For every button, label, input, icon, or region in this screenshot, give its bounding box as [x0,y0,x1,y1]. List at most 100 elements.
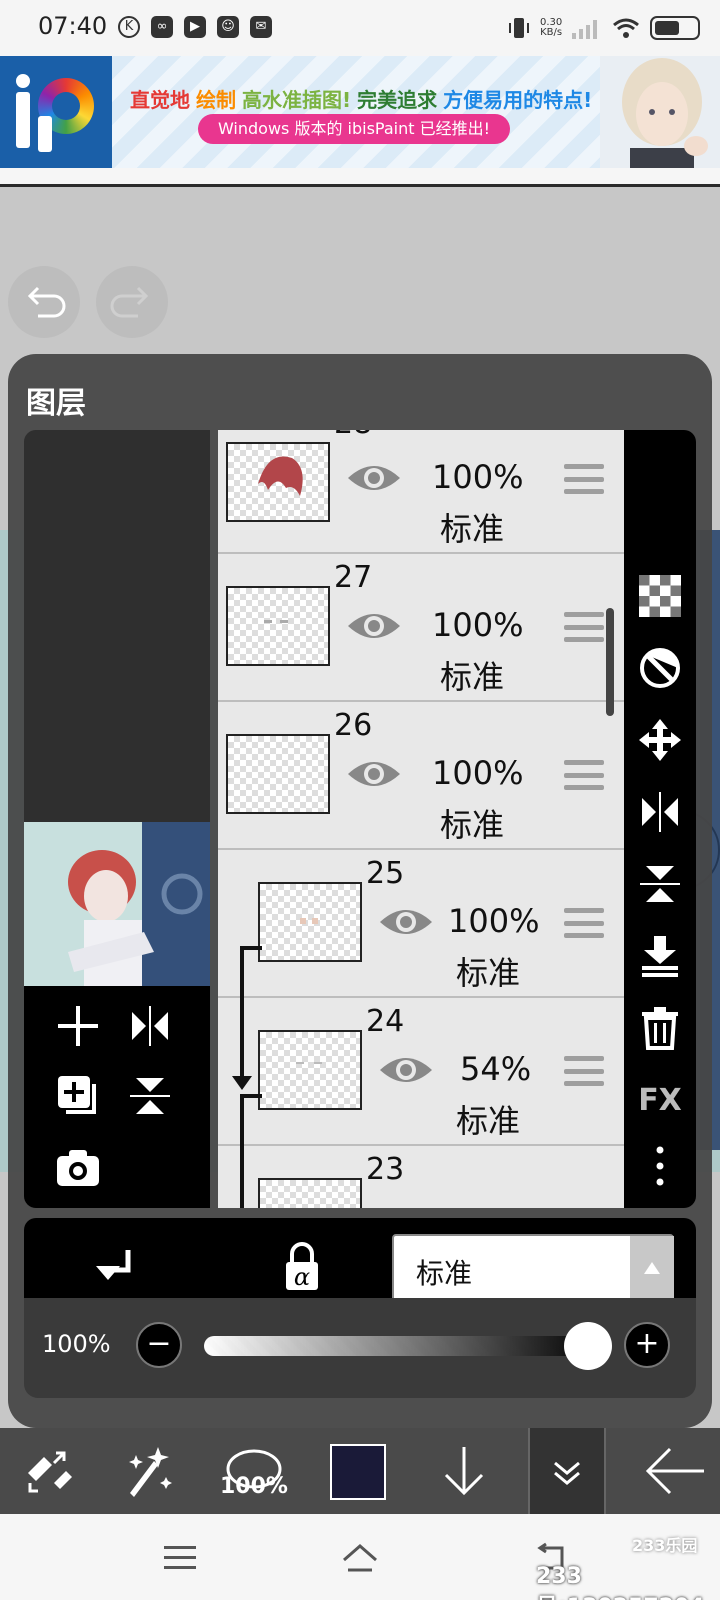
drag-handle-icon[interactable] [564,908,604,938]
layer-opacity: 54% [460,1050,532,1088]
add-layer-button[interactable] [50,998,106,1054]
flip-vertical-button[interactable] [624,852,696,916]
opacity-value: 100% [42,1330,111,1358]
eye-icon[interactable] [346,458,402,498]
merge-down-button[interactable] [624,924,696,988]
eye-icon[interactable] [346,606,402,646]
redo-button[interactable] [96,266,168,338]
brush-size-button[interactable] [206,1428,302,1514]
clip-arrow-icon [232,1076,252,1090]
layer-tools [24,986,210,1208]
layer-list[interactable]: 28 100% 标准 27 100% 标准 [218,430,624,1208]
opacity-slider-knob[interactable] [564,1322,612,1370]
flip-vertical-icon [130,1078,170,1114]
undo-icon [27,286,66,318]
layer-number: 27 [334,560,373,595]
home-nav-button[interactable] [336,1534,384,1582]
battery-icon [650,16,701,40]
layer-row[interactable]: 23 [218,1146,624,1208]
flip-vertical-icon [640,866,680,902]
layer-row[interactable]: 28 100% 标准 [218,430,624,554]
layer-thumbnail [226,734,330,814]
flip-horizontal-icon [642,792,678,832]
clear-layer-button[interactable] [624,636,696,700]
status-system-icons: 0.30 KB/s [508,16,701,40]
merge-down-icon [642,936,678,977]
opacity-bar: 100% − + [24,1298,696,1398]
layer-panel-button[interactable] [528,1428,606,1514]
clip-connector [240,946,262,950]
opacity-slider[interactable] [204,1336,598,1356]
ad-headline-part: 直觉地 [130,88,190,112]
flip-vertical-layer-button[interactable] [122,1068,178,1124]
alpha-lock-button[interactable]: α [282,1242,322,1298]
wifi-icon [613,18,640,38]
layer-row[interactable]: 27 100% 标准 [218,554,624,702]
eye-icon[interactable] [378,1050,434,1090]
opacity-increase-button[interactable]: + [624,1322,670,1368]
watermark-text: 233号:130257204 [536,1564,705,1600]
layer-thumbnail [258,882,362,962]
layer-list-scrollbar[interactable] [606,608,614,716]
blend-mode-dropdown-button[interactable] [630,1236,674,1300]
layer-row[interactable]: 26 100% 标准 [218,702,624,850]
blend-mode-select[interactable]: 标准 [392,1234,674,1302]
arrow-down-icon [444,1447,484,1496]
layer-blend-mode: 标准 [440,510,505,548]
drag-handle-icon[interactable] [564,1056,604,1086]
ad-headline: 直觉地 绘制 高水准插图! 完美追求 方便易用的特点! [130,84,598,113]
layer-preview-column [24,430,210,1208]
net-speed: 0.30 KB/s [540,17,563,38]
layer-blend-mode: 标准 [440,658,505,696]
brush-size-value: 100% [220,1474,288,1499]
smile-app-icon: ☺ [217,16,239,38]
ad-headline-part: 高水准插图! [242,88,352,112]
ad-subline: Windows 版本的 ibisPaint 已经推出! [198,114,510,144]
opacity-decrease-button[interactable]: − [136,1322,182,1368]
vibrate-icon [509,18,529,38]
more-options-button[interactable] [624,1134,696,1198]
undo-button[interactable] [8,266,80,338]
delete-layer-button[interactable] [624,996,696,1060]
layer-opacity: 100% [432,458,524,496]
ad-portrait-image [600,56,720,168]
layer-number: 28 [334,430,372,441]
checkerboard-icon [639,575,681,617]
camera-button[interactable] [50,1140,106,1196]
preview-empty-area [24,430,210,822]
transparent-fill-button[interactable] [624,564,696,628]
home-icon [343,1544,377,1572]
layer-sidebar: FX [624,430,696,1208]
flip-horizontal-layer-button[interactable] [122,998,178,1054]
drag-handle-icon[interactable] [564,760,604,790]
chevron-double-down-icon [554,1461,580,1485]
status-time: 07:40 [38,12,108,40]
scroll-down-button[interactable] [416,1428,512,1514]
clear-icon [640,648,680,688]
layer-thumbnail [258,1178,362,1208]
menu-nav-button[interactable] [156,1534,204,1582]
drag-handle-icon[interactable] [564,612,604,642]
layer-fx-button[interactable]: FX [624,1068,696,1132]
camera-icon [57,1150,99,1186]
back-button[interactable] [628,1428,720,1514]
eye-icon[interactable] [378,902,434,942]
clipping-icon [96,1250,131,1280]
redo-icon [110,286,149,318]
copy-layer-button[interactable] [50,1068,106,1124]
layer-row[interactable]: 24 54% 标准 [218,998,624,1146]
layer-row[interactable]: 25 100% 标准 [218,850,624,998]
eye-icon[interactable] [346,754,402,794]
triangle-up-icon [644,1262,660,1274]
drag-handle-icon[interactable] [564,464,604,494]
clipping-button[interactable] [94,1246,138,1294]
magic-brush-button[interactable] [100,1428,196,1514]
clip-connector [240,1094,244,1208]
move-layer-button[interactable] [624,708,696,772]
tool-switch-button[interactable] [0,1428,96,1514]
flip-horizontal-button[interactable] [624,780,696,844]
canvas-thumbnail[interactable] [24,822,210,986]
color-swatch[interactable] [330,1444,386,1500]
layer-panel: 图层 100% 标准 27 100% 标准 26 100% 标准 25 100%… [8,354,712,1428]
trash-icon [642,1007,678,1050]
